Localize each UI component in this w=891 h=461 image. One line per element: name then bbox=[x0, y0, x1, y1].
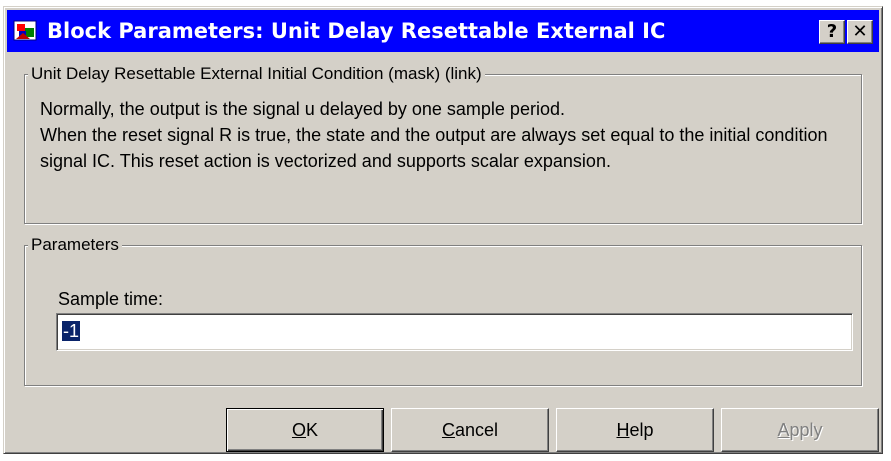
ok-mnemonic: O bbox=[291, 420, 306, 440]
sample-time-label: Sample time: bbox=[58, 289, 164, 309]
apply-button[interactable]: Apply bbox=[721, 408, 879, 452]
cancel-button[interactable]: Cancel bbox=[391, 408, 549, 452]
ok-label-rest: K bbox=[306, 420, 319, 440]
help-button[interactable]: Help bbox=[556, 408, 714, 452]
ok-button[interactable]: OK bbox=[226, 408, 384, 452]
sample-time-value: -1 bbox=[62, 321, 81, 341]
help-mnemonic: H bbox=[616, 420, 630, 440]
apply-label-rest: pply bbox=[789, 420, 823, 440]
title-bar[interactable]: Block Parameters: Unit Delay Resettable … bbox=[7, 10, 879, 52]
simulink-block-icon bbox=[13, 20, 37, 41]
help-title-button[interactable]: ? bbox=[819, 20, 845, 44]
close-button[interactable]: ✕ bbox=[847, 20, 873, 44]
question-mark-icon: ? bbox=[826, 21, 838, 42]
help-label-rest: elp bbox=[629, 420, 654, 440]
parameters-group-legend: Parameters bbox=[28, 235, 122, 255]
apply-mnemonic: A bbox=[777, 420, 790, 440]
cancel-label-rest: ancel bbox=[454, 420, 499, 440]
block-description: Normally, the output is the signal u del… bbox=[40, 96, 860, 174]
window-title: Block Parameters: Unit Delay Resettable … bbox=[47, 19, 666, 43]
description-line-1: Normally, the output is the signal u del… bbox=[40, 99, 565, 119]
cancel-mnemonic: C bbox=[441, 420, 455, 440]
description-group-legend: Unit Delay Resettable External Initial C… bbox=[28, 64, 485, 84]
dialog-window: Block Parameters: Unit Delay Resettable … bbox=[3, 6, 883, 454]
sample-time-input[interactable]: -1 bbox=[56, 313, 853, 351]
close-icon: ✕ bbox=[852, 21, 868, 42]
description-line-2: When the reset signal R is true, the sta… bbox=[40, 125, 828, 171]
